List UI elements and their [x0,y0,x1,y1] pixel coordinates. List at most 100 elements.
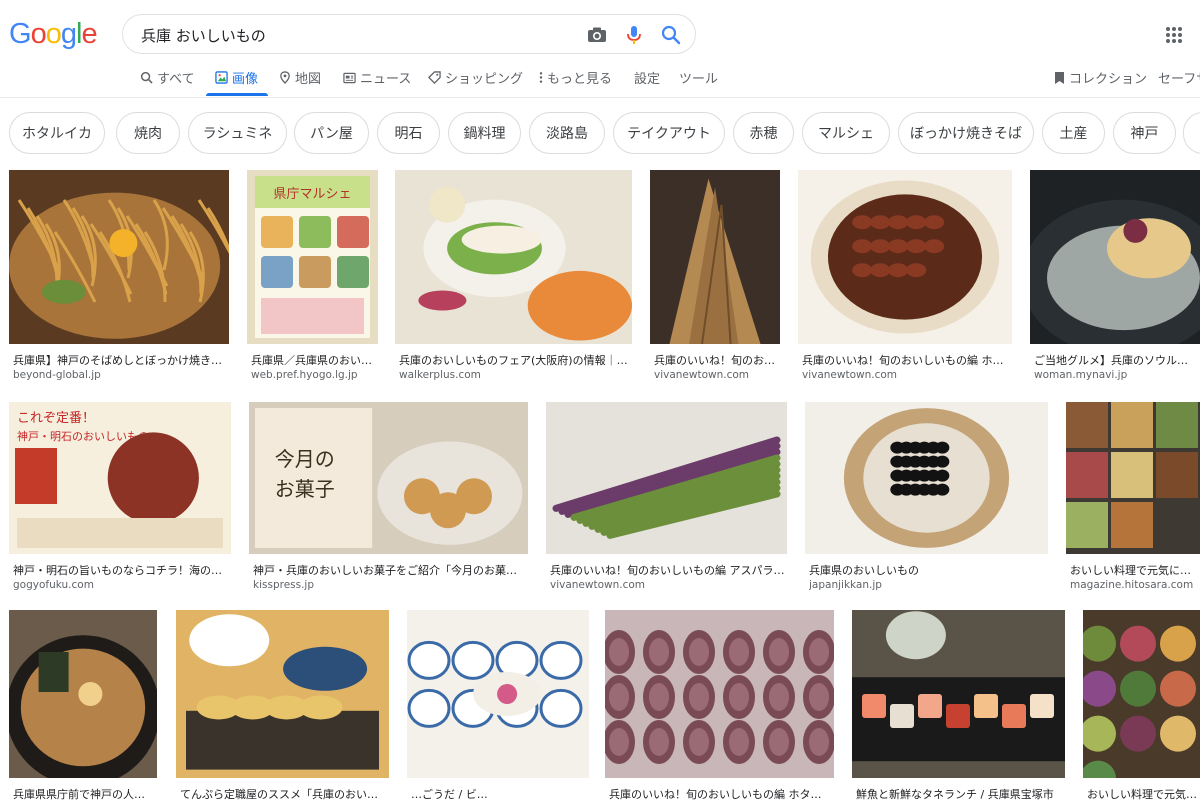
related-search-chip[interactable]: テイクアウト [613,112,725,154]
microphone-icon[interactable] [623,24,645,46]
tag-icon [428,71,441,84]
tab-5[interactable]: ショッピング [428,68,523,87]
related-search-chip[interactable]: ホタルイカ [9,112,105,154]
search-tabs: すべて 画像 地図 ニュース ショッピング もっと見る 設定 ツール コレクションセーフサ [0,60,1200,98]
result-thumbnail[interactable] [1066,402,1200,554]
result-title[interactable]: おいしい料理で元気に！ [1087,786,1198,802]
result-title[interactable]: 鮮魚と新鮮なタネランチ / 兵庫県宝塚市 [856,786,1063,802]
result-title[interactable]: 兵庫のおいしいものフェア(大阪府)の情報｜… [399,352,630,368]
result-title[interactable]: 兵庫県】神戸のそばめしとぼっかけ焼き… [13,352,227,368]
search-icon [140,71,153,84]
result-thumbnail[interactable] [546,402,787,554]
result-title[interactable]: 兵庫県県庁前で神戸の人な… [13,786,155,802]
result-thumbnail[interactable] [605,610,834,778]
related-search-chip[interactable]: 鍋料理 [448,112,521,154]
apps-dot [1166,27,1170,31]
bookmark-icon [1054,71,1065,85]
tab-label: 設定 [634,72,661,87]
tab-6[interactable]: もっと見る [539,68,612,87]
result-title[interactable]: 神戸・兵庫のおいしいお菓子をご紹介「今月のお菓子… [253,562,526,578]
logo-letter: o [30,18,47,50]
result-thumbnail[interactable] [176,610,389,778]
result-thumbnail[interactable]: 今月の お菓子 [249,402,528,554]
tab-4[interactable]: ニュース [343,68,411,87]
apps-grid-icon[interactable] [1166,27,1182,43]
tab-label: ツール [679,72,719,87]
result-title[interactable]: 兵庫のいいね！旬のおいしいもの編 ホ… [802,352,1010,368]
tab-1[interactable]: すべて [140,68,195,87]
result-source[interactable]: vivanewtown.com [550,579,785,591]
result-thumbnail[interactable]: 県庁マルシェ [247,170,378,344]
related-search-chip[interactable]: パン屋 [294,112,369,154]
related-search-chip[interactable]: 明石 [377,112,440,154]
logo-letter: G [9,18,32,50]
related-search-chip[interactable]: マルシェ [802,112,890,154]
related-search-chip[interactable]: ぼっかけ焼きそば [898,112,1034,154]
search-icon[interactable] [660,24,682,46]
result-title[interactable]: てんぷら定職屋のススメ「兵庫のおいし… [180,786,387,802]
logo-letter: e [81,18,97,50]
result-thumbnail[interactable] [1030,170,1200,344]
result-source[interactable]: beyond-global.jp [13,369,227,381]
apps-dot [1172,27,1176,31]
tab-8[interactable]: ツール [679,68,718,87]
result-source[interactable]: japanjikkan.jp [809,579,1046,591]
related-search-chip[interactable] [1183,112,1200,154]
related-search-chip[interactable]: 神戸 [1113,112,1176,154]
result-thumbnail[interactable]: これぞ定番！ 神戸・明石のおいしいもの [9,402,231,554]
result-source[interactable]: vivanewtown.com [654,369,778,381]
result-source[interactable]: kisspress.jp [253,579,526,591]
tab-9[interactable]: コレクション [1054,68,1147,87]
related-search-chip[interactable]: 淡路島 [529,112,605,154]
related-search-chip[interactable]: 土産 [1042,112,1105,154]
result-thumbnail[interactable] [650,170,780,344]
apps-dot [1178,33,1182,37]
logo-letter: g [60,18,77,50]
result-title[interactable]: 兵庫県／兵庫県のおい… [251,352,376,368]
news-icon [343,72,356,84]
result-thumbnail[interactable] [798,170,1012,344]
related-search-chip[interactable]: 焼肉 [116,112,180,154]
result-title[interactable]: 兵庫のいいね！旬のおいしいもの編 アスパラ… [550,562,785,578]
result-thumbnail[interactable] [407,610,589,778]
result-thumbnail[interactable] [395,170,632,344]
related-search-chip[interactable]: 赤穂 [733,112,794,154]
image-icon [215,71,228,84]
result-title[interactable]: おいしい料理で元気に！ 兵 [1070,562,1198,578]
tab-label: ショッピング [445,72,524,87]
result-source[interactable]: walkerplus.com [399,369,630,381]
result-source[interactable]: magazine.hitosara.com [1070,579,1198,591]
result-title[interactable]: 兵庫のいいね！旬のおいしいもの編 ホタル… [609,786,832,802]
result-title[interactable]: …ごうだ / ビ… [411,786,587,802]
result-thumbnail[interactable] [9,610,157,778]
result-source[interactable]: vivanewtown.com [802,369,1010,381]
result-source[interactable]: gogyofuku.com [13,579,229,591]
result-thumbnail[interactable] [852,610,1065,778]
apps-dot [1178,39,1182,43]
related-search-chip[interactable]: ラシュミネ [188,112,287,154]
result-title[interactable]: 兵庫のいいね！旬のお… [654,352,778,368]
search-input[interactable]: 兵庫 おいしいもの [141,25,266,46]
tab-3[interactable]: 地図 [279,68,321,87]
result-source[interactable]: woman.mynavi.jp [1034,369,1198,381]
tab-2[interactable]: 画像 [215,68,258,87]
tab-label: すべて [157,72,195,87]
result-title[interactable]: 兵庫県のおいしいもの [809,562,1046,578]
tab-label: コレクション [1069,72,1148,87]
apps-dot [1172,39,1176,43]
result-thumbnail[interactable] [805,402,1048,554]
result-title[interactable]: ご当地グルメ】兵庫のソウルフード [1034,352,1198,368]
result-thumbnail[interactable] [1083,610,1200,778]
search-box[interactable]: 兵庫 おいしいもの [122,14,696,54]
tab-label: 地図 [295,72,322,87]
tab-10[interactable]: セーフサ [1158,68,1200,87]
apps-dot [1166,33,1170,37]
google-logo[interactable]: Google [9,18,98,51]
camera-icon[interactable] [586,24,608,46]
tab-7[interactable]: 設定 [634,68,660,87]
apps-dot [1166,39,1170,43]
result-title[interactable]: 神戸・明石の旨いものならコチラ！海の… [13,562,229,578]
result-thumbnail[interactable] [9,170,229,344]
result-source[interactable]: web.pref.hyogo.lg.jp [251,369,376,381]
tab-label: セーフサ [1158,72,1200,87]
